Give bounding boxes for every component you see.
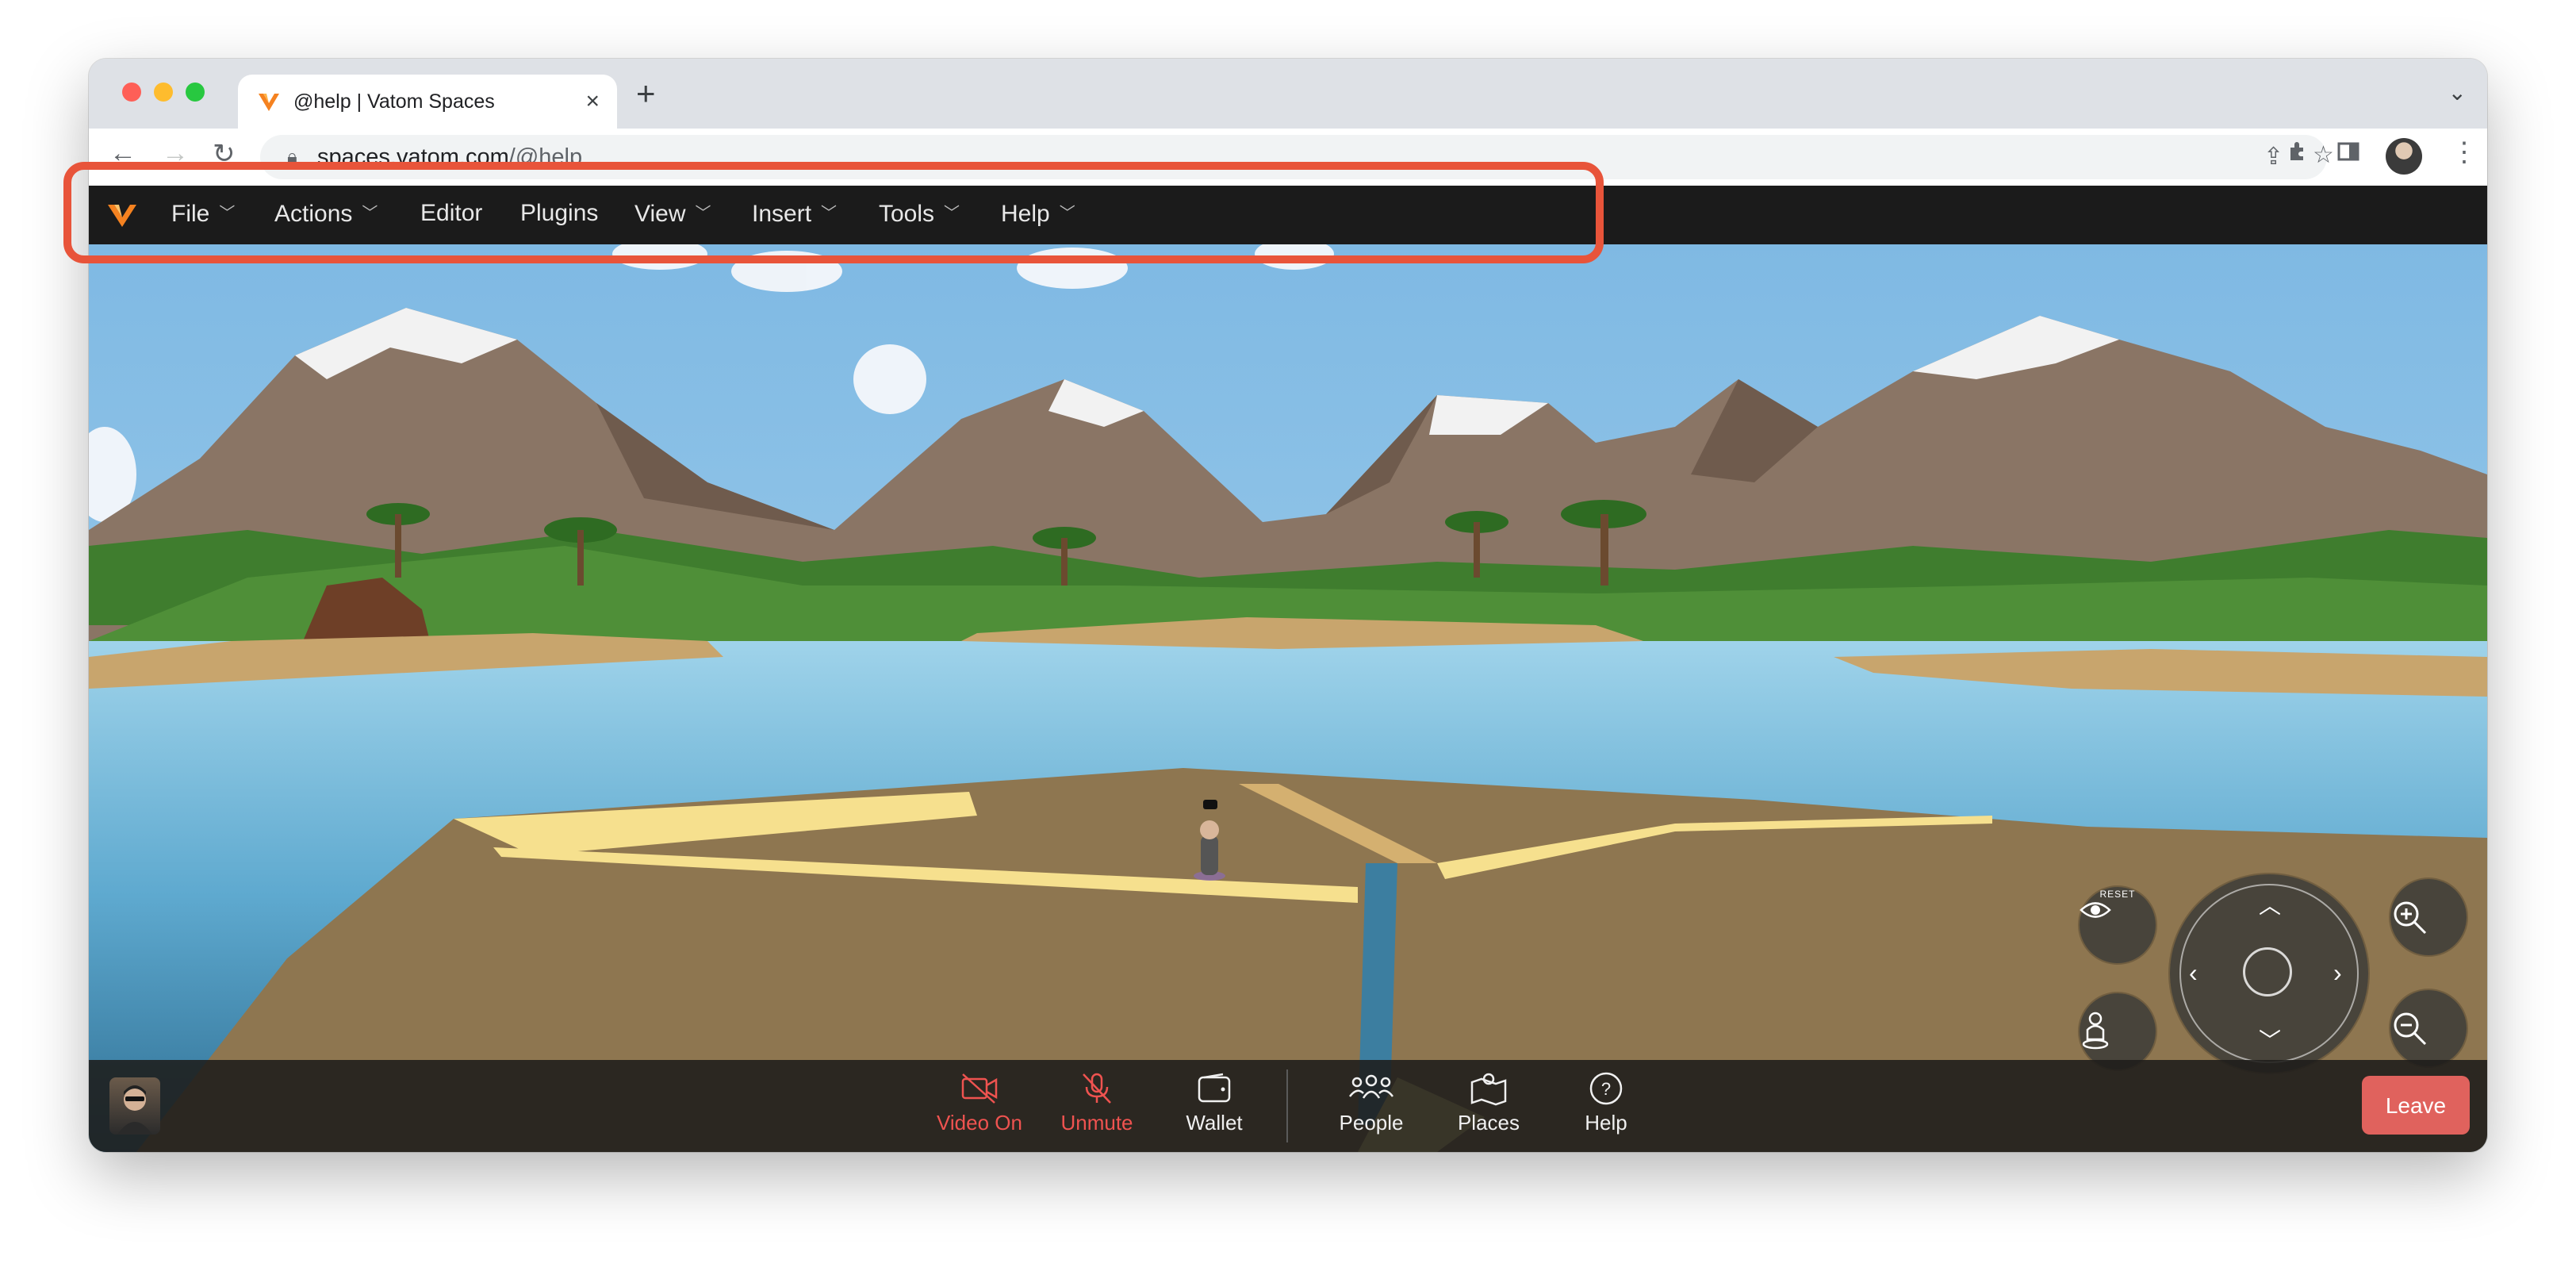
microphone-off-icon [1083,1073,1111,1104]
zoom-in-button[interactable] [2390,879,2467,955]
bottom-bar: Video On Unmute Wallet People Places ? H… [89,1060,2487,1152]
window-minimize-button[interactable] [154,83,173,102]
people-label: People [1339,1111,1404,1135]
bookmark-star-icon[interactable]: ☆ [2313,141,2334,169]
places-button[interactable]: Places [1437,1071,1540,1142]
video-off-icon [961,1073,998,1104]
extensions-icon[interactable] [2286,140,2310,170]
movement-joystick[interactable]: ︿ ﹀ ‹ › [2170,874,2368,1073]
browser-tab[interactable]: @help | Vatom Spaces × [238,75,617,129]
zoom-out-icon [2394,1012,2427,1046]
tab-close-icon[interactable]: × [585,87,600,116]
wallet-button[interactable]: Wallet [1163,1071,1266,1142]
3d-scene-viewport[interactable]: RESET ︿ ﹀ ‹ › [89,244,2487,1152]
self-avatar[interactable] [109,1077,160,1135]
browser-menu-icon[interactable]: ⋮ [2451,136,2478,168]
svg-text:?: ? [1601,1079,1611,1099]
window-close-button[interactable] [122,83,141,102]
tab-search-chevron-icon[interactable]: ⌄ [2448,79,2467,106]
share-icon[interactable]: ⇪ [2264,143,2283,171]
chevron-down-icon[interactable]: ﹀ [2259,1023,2281,1055]
reset-label: RESET [2099,889,2136,900]
people-icon [1349,1074,1393,1099]
map-pin-icon [1470,1073,1507,1106]
people-button[interactable]: People [1320,1071,1423,1142]
person-pin-icon [2082,1012,2109,1050]
places-label: Places [1457,1111,1520,1135]
help-button[interactable]: ? Help [1554,1071,1658,1142]
joystick-knob[interactable] [2243,947,2292,996]
avatar-image [117,1085,152,1135]
side-panel-icon[interactable] [2336,140,2360,170]
reset-view-button[interactable]: RESET [2080,887,2156,963]
zoom-in-icon [2394,901,2427,935]
help-label: Help [1585,1111,1627,1135]
video-label: Video On [937,1111,1022,1135]
chevron-up-icon[interactable]: ︿ [2259,889,2281,920]
menubar-highlight-box [63,162,1604,263]
chevron-right-icon[interactable]: › [2333,958,2342,988]
window-maximize-button[interactable] [186,83,205,102]
bottom-bar-divider [1286,1069,1288,1142]
tab-title: @help | Vatom Spaces [293,90,495,113]
new-tab-button[interactable]: + [636,77,656,110]
vatom-logo-icon [259,94,279,111]
profile-avatar[interactable] [2386,138,2422,175]
mute-toggle-button[interactable]: Unmute [1045,1071,1148,1142]
tab-strip: @help | Vatom Spaces × + ⌄ [89,59,2487,129]
wallet-label: Wallet [1186,1111,1243,1135]
zoom-out-button[interactable] [2390,990,2467,1066]
leave-button[interactable]: Leave [2362,1076,2470,1135]
video-toggle-button[interactable]: Video On [928,1071,1031,1142]
help-circle-icon: ? [1589,1072,1623,1105]
eye-icon [2080,902,2111,918]
chevron-left-icon[interactable]: ‹ [2189,958,2198,988]
avatar-view-button[interactable] [2080,993,2156,1069]
wallet-icon [1198,1073,1231,1103]
mute-label: Unmute [1060,1111,1133,1135]
